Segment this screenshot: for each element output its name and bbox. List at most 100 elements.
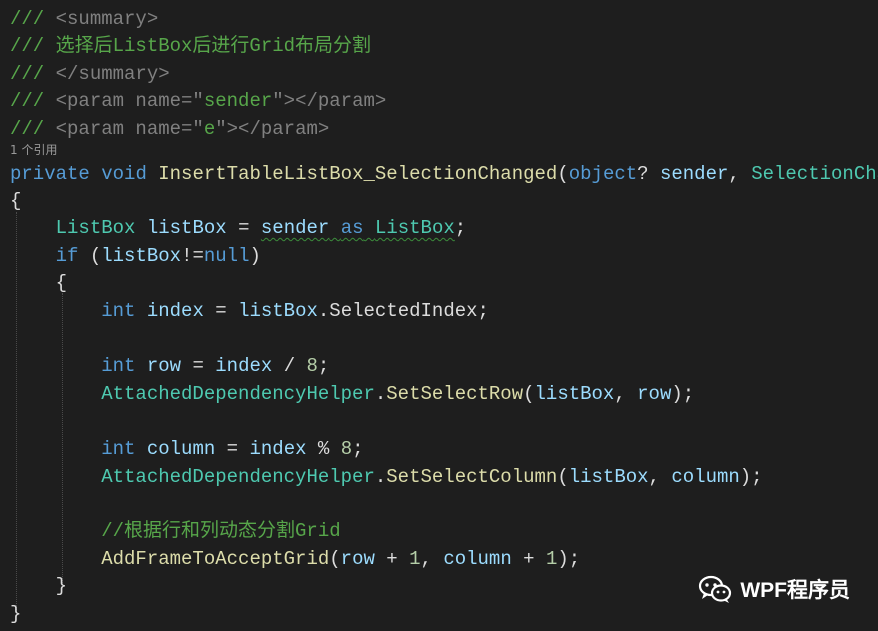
code-line[interactable]: { — [10, 188, 21, 215]
code-token: /// — [10, 8, 56, 30]
code-token: row — [340, 548, 375, 570]
code-token: { — [10, 190, 22, 212]
code-token: column — [146, 438, 216, 460]
code-token: listBox — [101, 245, 182, 267]
code-token: 1 — [545, 548, 558, 570]
code-token: object — [568, 163, 638, 185]
code-line[interactable]: ListBox listBox = sender as ListBox; — [10, 215, 467, 242]
code-line[interactable]: /// 选择后ListBox后进行Grid布局分割 — [10, 33, 371, 60]
code-line[interactable]: /// <summary> — [10, 6, 158, 33]
code-token: listBox — [238, 300, 318, 322]
code-token: 8 — [340, 438, 353, 460]
code-line[interactable]: { — [10, 270, 67, 297]
code-token: as — [340, 217, 364, 239]
watermark: WPF程序员 — [698, 574, 850, 604]
code-token: private — [10, 163, 90, 185]
code-line[interactable]: } — [10, 601, 21, 628]
code-line[interactable]: } — [10, 573, 67, 600]
code-token: ); — [739, 466, 763, 488]
code-token: = — [203, 300, 239, 322]
code-token: , — [420, 548, 444, 570]
code-token: <summary> — [55, 8, 159, 30]
code-token: 1 — [409, 548, 421, 570]
code-token: AddFrameToAcceptGrid — [101, 548, 330, 570]
code-token: column — [443, 548, 512, 570]
code-line[interactable]: //根据行和列动态分割Grid — [10, 518, 340, 545]
code-line[interactable]: if (listBox!=null) — [10, 243, 261, 270]
code-line[interactable]: int index = listBox.SelectedIndex; — [10, 298, 489, 325]
code-token: + — [374, 548, 410, 570]
code-token: , — [648, 466, 672, 488]
code-token: ( — [329, 548, 341, 570]
code-token: .SelectedIndex; — [317, 300, 489, 322]
codelens-references[interactable]: 1 个引用 — [10, 141, 57, 159]
code-token: int — [101, 300, 136, 322]
code-token: = — [181, 355, 216, 377]
code-token: <param name=" — [55, 90, 204, 112]
code-line[interactable]: /// <param name="e"></param> — [10, 116, 329, 143]
code-token: AttachedDependencyHelper — [101, 383, 375, 405]
code-token: AttachedDependencyHelper — [101, 466, 375, 488]
code-token: InsertTableListBox_SelectionChanged — [158, 163, 558, 185]
code-token: row — [637, 383, 672, 405]
code-token: listBox — [534, 383, 615, 405]
code-line[interactable]: /// </summary> — [10, 61, 170, 88]
code-token: e — [203, 118, 216, 140]
code-line[interactable]: int column = index % 8; — [10, 436, 364, 463]
code-token: listBox — [146, 217, 227, 239]
code-line[interactable]: AddFrameToAcceptGrid(row + 1, column + 1… — [10, 546, 580, 573]
code-token: } — [10, 575, 68, 597]
wechat-icon — [699, 575, 732, 603]
code-token: sender — [260, 217, 330, 239]
code-token: . — [374, 466, 387, 488]
code-token: / — [272, 355, 307, 377]
code-token: + — [511, 548, 546, 570]
code-line[interactable]: AttachedDependencyHelper.SetSelectRow(li… — [10, 381, 694, 408]
code-token: ( — [557, 466, 569, 488]
code-line[interactable]: /// <param name="sender"></param> — [10, 88, 386, 115]
code-token: ; — [352, 438, 364, 460]
code-line[interactable]: AttachedDependencyHelper.SetSelectColumn… — [10, 464, 763, 491]
code-token: ListBox — [374, 217, 455, 239]
code-token: sender — [659, 163, 729, 185]
code-token: { — [10, 272, 68, 294]
code-token: int — [101, 355, 136, 377]
code-token: sender — [203, 90, 273, 112]
watermark-text: WPF程序员 — [740, 579, 850, 602]
code-token: index — [215, 355, 273, 377]
code-token: . — [374, 383, 387, 405]
code-token: , — [728, 163, 752, 185]
code-line[interactable]: int row = index / 8; — [10, 353, 329, 380]
code-token: ( — [523, 383, 535, 405]
code-token: ; — [317, 355, 330, 377]
code-token: /// — [10, 90, 56, 112]
code-token: /// — [10, 118, 56, 140]
code-token: /// 选择后ListBox后进行Grid布局分割 — [10, 35, 372, 57]
code-token: row — [146, 355, 182, 377]
code-token: } — [10, 603, 22, 625]
code-token: % — [306, 438, 341, 460]
code-token: = — [215, 438, 250, 460]
code-line[interactable]: private void InsertTableListBox_Selectio… — [10, 161, 878, 188]
code-token: int — [101, 438, 136, 460]
code-token: ListBox — [55, 217, 136, 239]
code-token: null — [203, 245, 250, 267]
code-editor[interactable]: 1 个引用 /// <summary>/// 选择后ListBox后进行Grid… — [0, 0, 878, 631]
code-token: 8 — [306, 355, 318, 377]
code-token: "></param> — [215, 118, 330, 140]
